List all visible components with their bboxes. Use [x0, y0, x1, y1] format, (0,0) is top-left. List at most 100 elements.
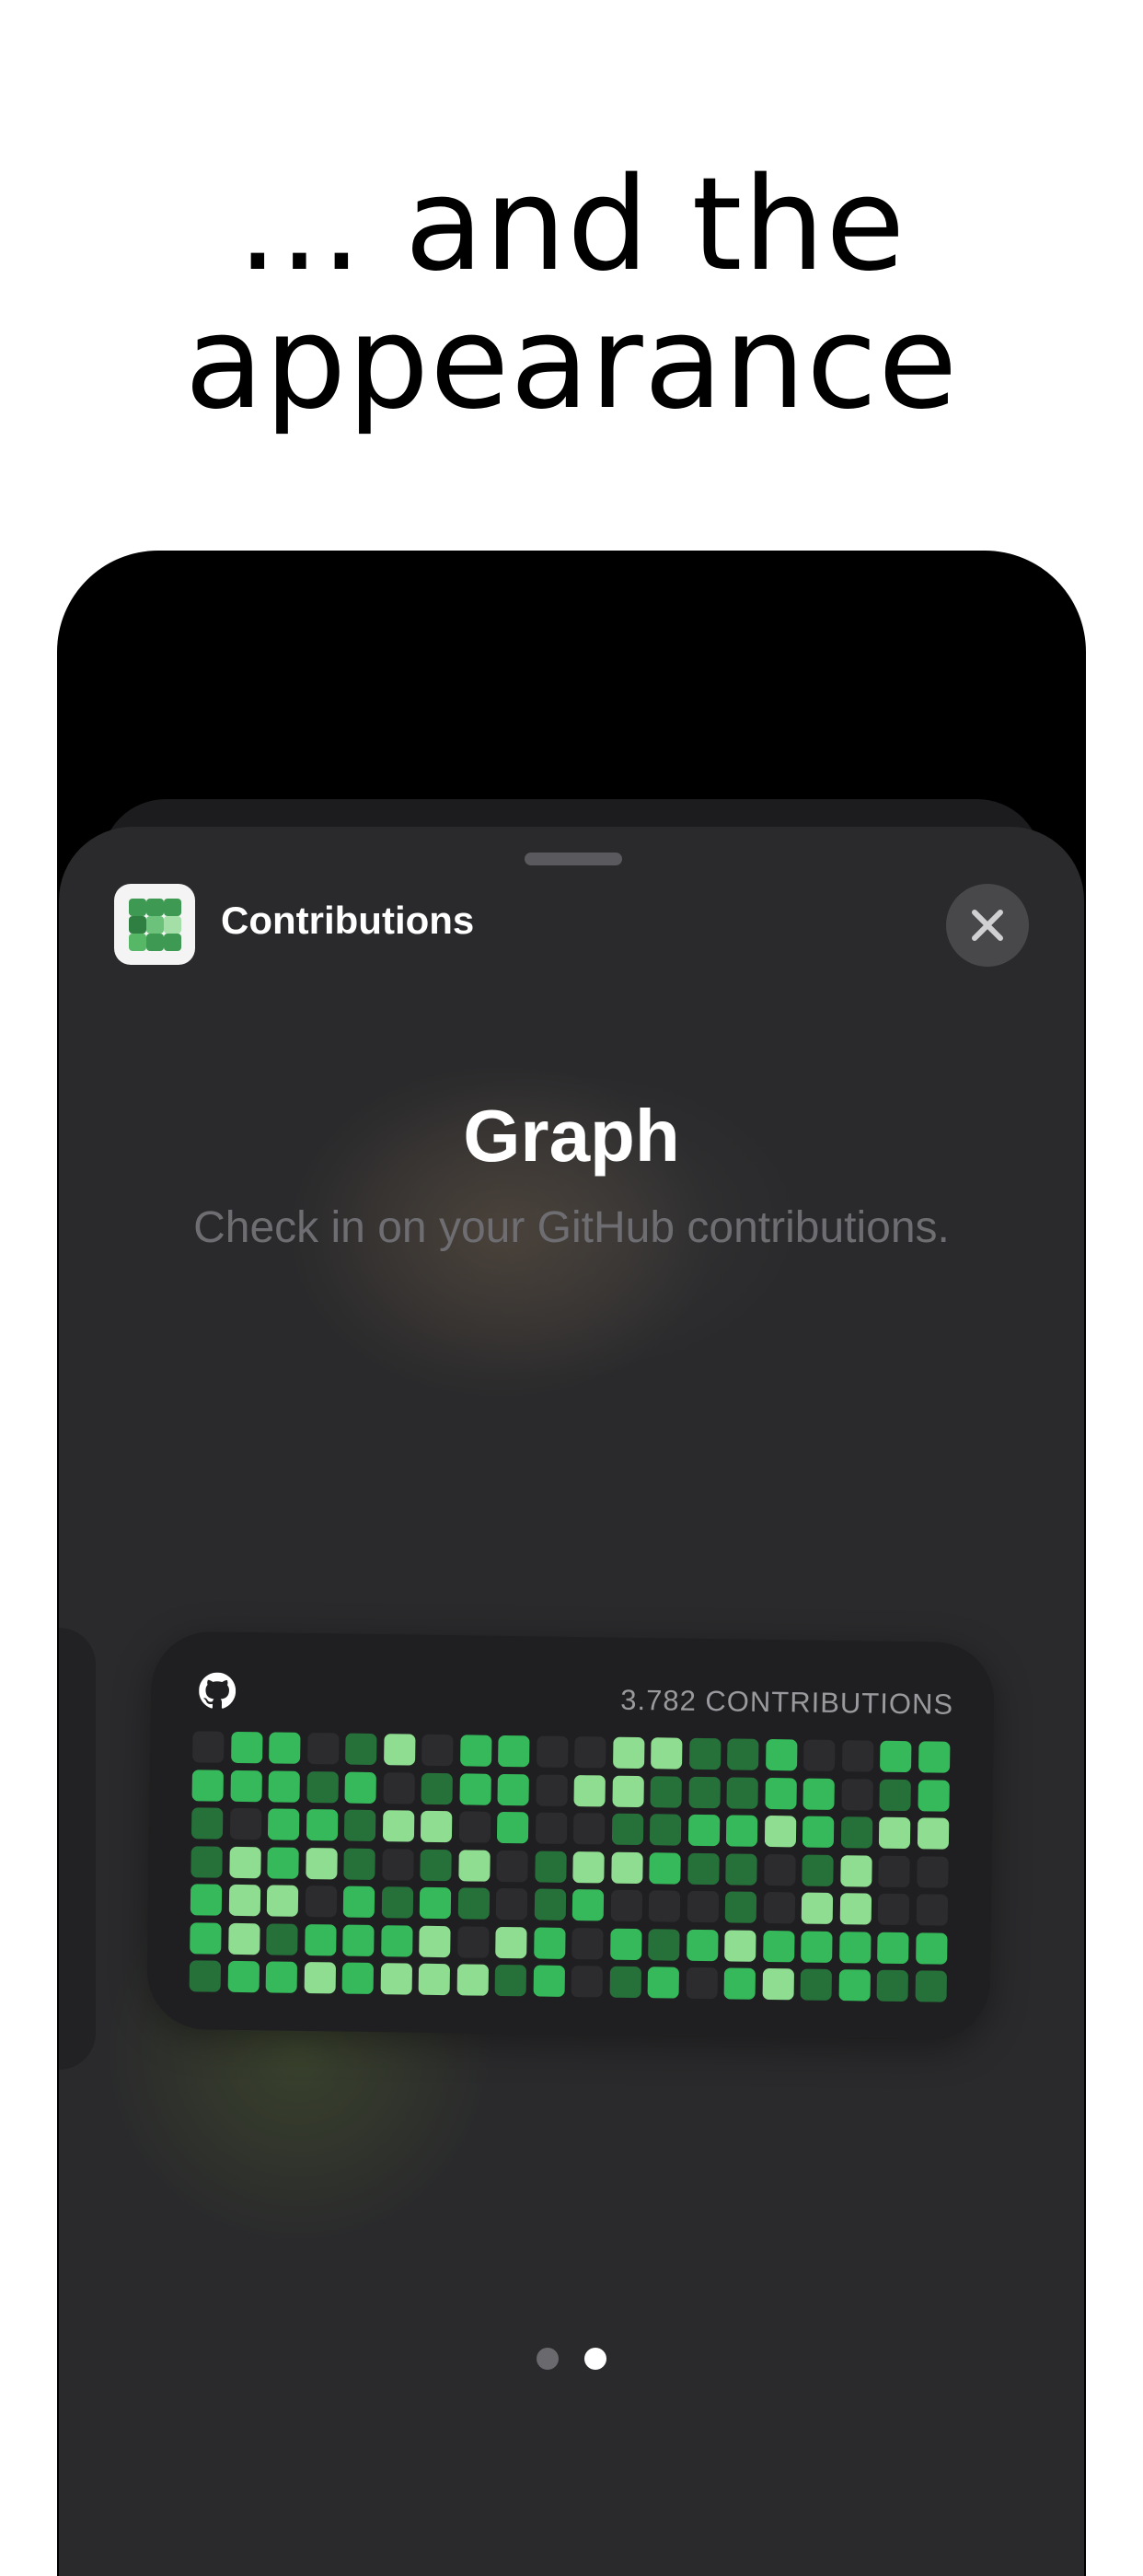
contribution-cell [343, 1848, 375, 1880]
contribution-cell [650, 1775, 682, 1808]
contribution-cell [189, 1960, 222, 1992]
contribution-cell [802, 1854, 834, 1886]
contribution-cell [190, 1921, 222, 1955]
contribution-cell [878, 1855, 910, 1887]
phone-frame: Contributions Graph Check in on your Git… [57, 551, 1086, 2576]
contribution-cell [305, 1847, 338, 1879]
contribution-cell [916, 1894, 948, 1926]
contribution-cell [345, 1733, 377, 1766]
contribution-cell [880, 1740, 912, 1773]
contribution-cell [230, 1731, 263, 1764]
contribution-cell [420, 1810, 453, 1843]
contribution-cell [495, 1887, 528, 1920]
contribution-cell [494, 1964, 527, 1997]
contribution-cell [762, 1930, 795, 1962]
contribution-cell [381, 1848, 414, 1881]
contribution-cell [459, 1735, 492, 1767]
contribution-cell [686, 1929, 719, 1961]
contribution-cell [229, 1807, 261, 1840]
contribution-cell [724, 1929, 756, 1962]
contribution-cell [723, 1967, 756, 2000]
page-dot[interactable] [537, 2348, 559, 2370]
contribution-cell [380, 1924, 413, 1957]
contribution-cell [687, 1814, 720, 1847]
contribution-cell [841, 1740, 873, 1772]
previous-widget-card[interactable] [59, 1628, 96, 2070]
contribution-cell [382, 1810, 414, 1842]
contribution-cell [383, 1734, 416, 1766]
contribution-cell [801, 1892, 834, 1924]
contribution-cell [457, 1849, 491, 1882]
contribution-cell [649, 1814, 682, 1846]
contribution-cell [764, 1815, 796, 1848]
contribution-cell [879, 1779, 911, 1811]
contribution-cell [725, 1852, 757, 1886]
headline: ... and the appearance [0, 157, 1143, 433]
contribution-cell [651, 1737, 683, 1770]
contribution-cell [840, 1816, 872, 1849]
contribution-cell [878, 1816, 911, 1850]
contribution-cell [686, 1967, 718, 2000]
contribution-cell [190, 1807, 224, 1839]
contribution-cell [227, 1960, 260, 1993]
contribution-cell [306, 1808, 338, 1841]
headline-line-1: ... and the [237, 150, 906, 300]
contribution-cell [687, 1776, 721, 1808]
contribution-cell [227, 1922, 260, 1955]
contribution-cell [456, 1964, 489, 1996]
contribution-cell [190, 1884, 223, 1916]
page-dot[interactable] [584, 2348, 606, 2370]
contribution-cell [268, 1770, 300, 1803]
contribution-cell [266, 1885, 299, 1917]
contribution-cell [534, 1850, 567, 1883]
contribution-cell [839, 1854, 872, 1887]
contribution-cell [495, 1926, 527, 1958]
contribution-cell [496, 1850, 528, 1882]
contribution-cell [917, 1817, 949, 1850]
contribution-cell [380, 1963, 412, 1995]
contribution-cell [229, 1770, 262, 1802]
sheet-grabber[interactable] [525, 853, 622, 865]
contribution-cell [838, 1931, 872, 1964]
contribution-cell [647, 1967, 680, 1999]
contribution-cell [419, 1925, 451, 1957]
contribution-cell [496, 1811, 529, 1844]
contribution-cell [344, 1771, 376, 1804]
contribution-cell [382, 1771, 415, 1804]
contribution-cell [688, 1737, 721, 1770]
contribution-cell [458, 1811, 491, 1843]
contributions-widget-preview[interactable]: 3.782 CONTRIBUTIONS [146, 1630, 995, 2041]
contribution-cell [918, 1741, 950, 1773]
contribution-cell [228, 1846, 261, 1878]
contribution-cell [269, 1732, 301, 1764]
contribution-cell [228, 1884, 260, 1917]
contribution-cell [917, 1779, 950, 1812]
contribution-cell [800, 1968, 833, 2001]
github-icon [199, 1672, 237, 1709]
contribution-cell [838, 1969, 871, 2002]
page-indicator[interactable] [59, 2348, 1084, 2375]
contribution-cell [803, 1739, 836, 1772]
contribution-cell [535, 1773, 568, 1806]
contribution-cell [534, 1888, 566, 1920]
contribution-cell [726, 1776, 758, 1809]
contribution-cell [609, 1966, 641, 1999]
contribution-cell [533, 1926, 566, 1959]
contribution-cell [265, 1961, 298, 1993]
contribution-cell [536, 1735, 569, 1768]
contribution-cell [610, 1851, 643, 1884]
contribution-cell [648, 1928, 680, 1961]
contribution-cell [341, 1962, 375, 1995]
contribution-cell [915, 1970, 947, 2002]
contribution-cell [267, 1808, 300, 1840]
contribution-cell [343, 1809, 376, 1842]
contribution-cell [609, 1928, 642, 1960]
contribution-cell [840, 1778, 873, 1811]
contribution-cell [725, 1815, 758, 1847]
contribution-cell [649, 1851, 681, 1885]
contribution-cell [727, 1738, 759, 1770]
contributions-app-icon [114, 884, 195, 965]
close-button[interactable] [946, 884, 1029, 967]
contributions-count: 3.782 CONTRIBUTIONS [620, 1683, 954, 1721]
contribution-cell [687, 1890, 719, 1923]
